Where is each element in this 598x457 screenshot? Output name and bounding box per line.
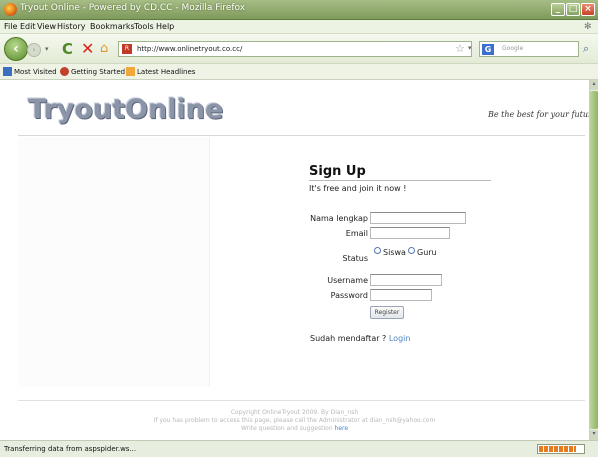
- password-label: Password: [330, 291, 368, 300]
- already-registered-text: Sudah mendaftar ? Login: [310, 334, 410, 343]
- site-logo[interactable]: TryoutOnline: [28, 94, 223, 125]
- footer-suggestion: Write question and suggestion here: [0, 425, 589, 432]
- bookmark-star-icon[interactable]: ☆: [455, 42, 465, 55]
- site-favicon: R: [122, 44, 132, 54]
- menu-history[interactable]: History: [57, 22, 85, 31]
- menu-bookmarks[interactable]: Bookmarks: [90, 22, 135, 31]
- header-divider: [18, 135, 585, 136]
- history-dropdown-icon[interactable]: ▾: [45, 45, 49, 53]
- window-titlebar: Tryout Online - Powered by CD.CC - Mozil…: [0, 0, 598, 20]
- suggestion-text: Write question and suggestion: [240, 425, 333, 432]
- username-label: Username: [327, 276, 368, 285]
- radio-siswa[interactable]: [374, 247, 381, 254]
- login-link[interactable]: Login: [389, 334, 411, 343]
- signup-title: Sign Up: [309, 164, 366, 179]
- bookmark-folder-icon: [3, 67, 12, 76]
- close-button[interactable]: ×: [581, 3, 595, 16]
- bookmark-label: Latest Headlines: [137, 68, 196, 76]
- forward-button[interactable]: ›: [27, 43, 41, 57]
- address-bar[interactable]: R http://www.onlinetryout.co.cc/: [118, 41, 472, 57]
- scroll-thumb[interactable]: [590, 91, 598, 429]
- window-title: Tryout Online - Powered by CD.CC - Mozil…: [20, 3, 246, 13]
- firefox-bookmark-icon: [60, 67, 69, 76]
- menu-view[interactable]: View: [37, 22, 56, 31]
- email-input[interactable]: [370, 227, 450, 239]
- throbber-icon: ✻: [584, 22, 592, 32]
- scroll-up-icon[interactable]: ▴: [590, 80, 598, 90]
- minimize-button[interactable]: _: [551, 3, 565, 16]
- left-column: [18, 137, 210, 387]
- back-button[interactable]: ‹: [4, 37, 28, 61]
- status-bar: Transferring data from aspspider.ws...: [0, 440, 598, 457]
- password-input[interactable]: [370, 289, 432, 301]
- menu-edit[interactable]: Edit: [20, 22, 36, 31]
- search-placeholder: Google: [502, 45, 524, 52]
- footer-divider: [18, 400, 585, 401]
- siswa-label: Siswa: [383, 248, 406, 257]
- bookmark-label: Most Visited: [14, 68, 57, 76]
- stop-button[interactable]: ✕: [81, 39, 94, 58]
- maximize-button[interactable]: □: [566, 3, 580, 16]
- url-dropdown-icon[interactable]: ▾: [468, 44, 472, 52]
- footer-copyright: Copyright OnlineTryout 2009. By Dian_nsh: [230, 409, 359, 416]
- radio-guru[interactable]: [408, 247, 415, 254]
- status-label: Status: [342, 254, 369, 263]
- bookmarks-toolbar: Most Visited Getting Started Latest Head…: [0, 64, 598, 80]
- page-viewport: TryoutOnline Be the best for your future…: [0, 80, 597, 440]
- username-input[interactable]: [370, 274, 442, 286]
- search-icon[interactable]: ⌕: [583, 42, 589, 56]
- already-label: Sudah mendaftar ?: [310, 334, 387, 343]
- bookmark-getting-started[interactable]: Getting Started: [60, 67, 125, 76]
- progress-fill: [539, 446, 576, 452]
- menu-help[interactable]: Help: [156, 22, 174, 31]
- scroll-down-icon[interactable]: ▾: [590, 430, 598, 440]
- search-box[interactable]: G Google: [479, 41, 579, 57]
- reload-button[interactable]: C: [62, 40, 73, 58]
- navigation-toolbar: ‹ › ▾ C ✕ ⌂ R http://www.onlinetryout.co…: [0, 34, 598, 64]
- bookmark-label: Getting Started: [71, 68, 126, 76]
- rss-feed-icon: [126, 67, 135, 76]
- vertical-scrollbar[interactable]: ▴ ▾: [589, 80, 598, 440]
- title-underline: [309, 180, 491, 181]
- bookmark-latest-headlines[interactable]: Latest Headlines: [126, 67, 195, 76]
- email-label: Email: [345, 229, 368, 238]
- site-slogan: Be the best for your future: [488, 110, 597, 119]
- menu-file[interactable]: File: [4, 22, 17, 31]
- firefox-icon: [4, 3, 17, 16]
- footer-contact: If you has problem to access this page, …: [153, 417, 436, 424]
- menu-tools[interactable]: Tools: [134, 22, 154, 31]
- suggestion-link[interactable]: here: [335, 425, 349, 432]
- guru-label: Guru: [417, 248, 437, 257]
- register-button[interactable]: Register: [370, 306, 404, 319]
- loading-progress-bar: [537, 444, 585, 454]
- google-engine-icon[interactable]: G: [482, 44, 494, 55]
- status-text: Transferring data from aspspider.ws...: [4, 445, 137, 453]
- bookmark-most-visited[interactable]: Most Visited: [3, 67, 57, 76]
- nama-lengkap-input[interactable]: [370, 212, 466, 224]
- menu-bar: File Edit View History Bookmarks Tools H…: [0, 20, 598, 34]
- nama-label: Nama lengkap: [310, 214, 368, 223]
- signup-subtitle: It's free and join it now !: [309, 184, 407, 193]
- home-button[interactable]: ⌂: [100, 41, 108, 56]
- address-text: http://www.onlinetryout.co.cc/: [137, 45, 243, 53]
